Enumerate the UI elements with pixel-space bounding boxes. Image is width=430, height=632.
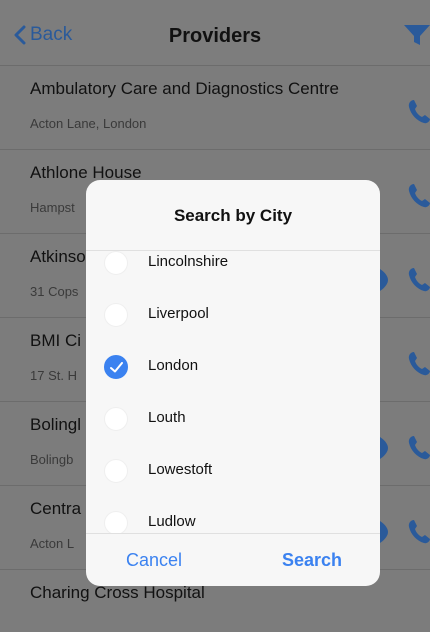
provider-name: Charing Cross Hospital [30, 583, 205, 602]
city-label: Lowestoft [148, 461, 213, 478]
dialog-footer: Cancel Search [86, 533, 380, 586]
radio-icon[interactable] [104, 459, 128, 483]
city-option[interactable]: Lincolnshire [86, 251, 380, 295]
radio-icon[interactable] [104, 511, 128, 533]
phone-icon[interactable] [408, 268, 430, 292]
city-label: Louth [148, 409, 186, 426]
provider-address: Acton L [30, 536, 75, 551]
provider-name: Bolingl [30, 415, 82, 434]
radio-icon[interactable] [104, 407, 128, 431]
city-list[interactable]: Lincolnshire Liverpool London Louth Lowestof… [86, 250, 380, 533]
phone-icon[interactable] [408, 436, 430, 460]
radio-icon[interactable] [104, 251, 128, 275]
city-option[interactable]: Louth [86, 399, 380, 451]
provider-name: Centra [30, 499, 82, 518]
provider-name: Atkinso [30, 247, 86, 266]
provider-address: 31 Cops [30, 284, 79, 299]
dialog-title: Search by City [173, 206, 293, 225]
city-option[interactable]: Liverpool [86, 295, 380, 347]
provider-address: Bolingb [30, 452, 74, 467]
city-label: London [148, 357, 199, 374]
provider-name: Ambulatory Care and Diagnostics Centre [30, 79, 339, 98]
city-option[interactable]: Lowestoft [86, 451, 380, 503]
cancel-button[interactable]: Cancel [126, 550, 182, 571]
phone-icon[interactable] [408, 352, 430, 376]
phone-icon[interactable] [408, 520, 430, 544]
phone-icon[interactable] [408, 100, 430, 124]
city-option[interactable]: Ludlow [86, 503, 380, 533]
city-label: Lincolnshire [148, 253, 229, 270]
provider-row[interactable]: Ambulatory Care and Diagnostics Centre Ac… [0, 66, 430, 150]
provider-address: Hampst [30, 200, 75, 215]
radio-icon[interactable] [104, 303, 128, 327]
search-by-city-dialog: Search by City Lincolnshire Liverpool Lond… [86, 180, 380, 586]
phone-icon[interactable] [408, 184, 430, 208]
city-label: Liverpool [148, 305, 209, 322]
filter-icon[interactable] [404, 24, 430, 46]
city-option[interactable]: London [86, 347, 380, 399]
page-title: Providers [168, 25, 262, 47]
provider-address: Acton Lane, London [30, 116, 147, 131]
nav-bar: Back Providers [0, 0, 430, 66]
checkmark-icon[interactable] [104, 355, 128, 379]
provider-name: BMI Ci [30, 331, 81, 350]
provider-address: 17 St. H [30, 368, 77, 383]
city-label: Ludlow [148, 513, 196, 530]
search-button[interactable]: Search [282, 550, 342, 571]
